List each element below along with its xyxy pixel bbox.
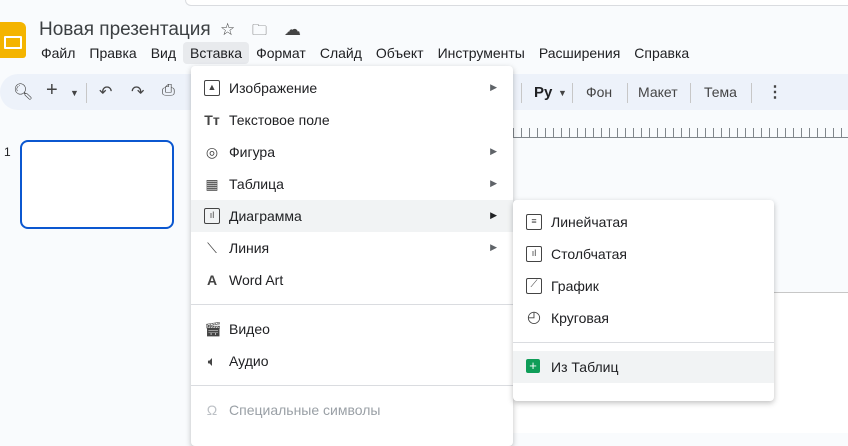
background-button[interactable]: Фон [586,84,612,100]
insert-menu: ▲ Изображение ▶ Tт Текстовое поле ◎ Фигура ▶ … [191,66,513,446]
label: Линия [229,240,270,256]
menu-extensions[interactable]: Расширения [532,42,627,64]
menu-item-video[interactable]: 🎬︎ Видео [191,313,513,345]
label: Аудио [229,353,269,369]
divider [690,83,691,103]
cloud-saved-icon[interactable]: ☁ [284,20,301,40]
menu-item-shape[interactable]: ◎ Фигура ▶ [191,136,513,168]
menu-item-column-chart[interactable]: ıl Столбчатая [513,238,774,270]
text-box-icon: Tт [204,112,220,128]
new-slide-icon[interactable]: + [46,79,58,102]
label: Специальные символы [229,402,381,418]
menu-item-table[interactable]: ▦ Таблица ▶ [191,168,513,200]
label: Из Таблиц [551,359,619,375]
menu-item-bar-chart[interactable]: ≡ Линейчатая [513,206,774,238]
menu-divider [191,304,513,305]
chart-submenu: ≡ Линейчатая ıl Столбчатая ⟋ График ◴ Кругов… [513,200,774,401]
divider [627,83,628,103]
label: Круговая [551,310,610,326]
more-icon[interactable]: ⋮ [767,82,783,102]
divider [572,83,573,103]
omega-icon: Ω [206,402,218,418]
submenu-arrow-icon: ▶ [490,82,497,92]
sheets-icon: + [526,359,540,373]
label: Линейчатая [551,214,628,230]
menu-slide[interactable]: Слайд [313,42,369,64]
audio-icon: 🔈︎ [207,353,217,369]
search-icon[interactable]: 🔍︎ [13,82,33,102]
word-art-icon: A [206,272,218,288]
label: Таблица [229,176,284,192]
shape-icon: ◎ [205,144,219,160]
line-icon: ⟍ [207,240,217,256]
menu-item-pie-chart[interactable]: ◴ Круговая [513,302,774,334]
menu-item-special-characters[interactable]: Ω Специальные символы [191,394,513,426]
menu-item-text-box[interactable]: Tт Текстовое поле [191,104,513,136]
slides-logo[interactable] [0,22,26,58]
menu-file[interactable]: Файл [34,42,82,64]
chevron-down-icon[interactable]: ▼ [70,88,79,98]
label: Word Art [229,272,284,288]
menu-item-chart[interactable]: ıl Диаграмма ▶ [191,200,513,232]
input-tools-button[interactable]: Pу [534,84,552,101]
video-icon: 🎬︎ [204,321,222,337]
horizontal-ruler[interactable] [513,128,848,138]
browser-bar-edge [185,0,848,6]
menu-insert[interactable]: Вставка [183,42,250,64]
menu-format[interactable]: Формат [249,42,313,64]
slide-number: 1 [4,145,11,159]
menu-divider [513,342,774,343]
label: Текстовое поле [229,112,330,128]
menu-item-word-art[interactable]: A Word Art [191,264,513,296]
chevron-down-icon[interactable]: ▼ [558,88,567,98]
label: Изображение [229,80,318,96]
menu-item-line-chart[interactable]: ⟋ График [513,270,774,302]
menu-item-from-sheets[interactable]: + Из Таблиц [513,351,774,383]
image-icon: ▲ [204,80,220,96]
divider [751,83,752,103]
bar-chart-icon: ≡ [526,214,542,230]
label: График [551,278,599,294]
chart-icon: ıl [204,208,220,224]
star-icon[interactable]: ☆ [220,20,235,40]
label: Столбчатая [551,246,627,262]
menu-item-audio[interactable]: 🔈︎ Аудио [191,345,513,377]
menu-object[interactable]: Объект [369,42,431,64]
undo-icon[interactable]: ↶ [99,82,112,102]
menu-view[interactable]: Вид [144,42,183,64]
print-icon[interactable]: ⎙ [162,82,175,100]
divider [86,83,87,103]
column-chart-icon: ıl [526,246,542,262]
submenu-arrow-icon: ▶ [490,178,497,188]
slide-thumbnail[interactable] [20,140,174,229]
label: Диаграмма [229,208,302,224]
pie-chart-icon: ◴ [527,309,541,326]
menu-item-line[interactable]: ⟍ Линия ▶ [191,232,513,264]
menu-item-image[interactable]: ▲ Изображение ▶ [191,72,513,104]
label: Фигура [229,144,275,160]
label: Видео [229,321,270,337]
menu-help[interactable]: Справка [627,42,696,64]
menu-tools[interactable]: Инструменты [431,42,532,64]
divider [521,83,522,103]
line-chart-icon: ⟋ [526,278,542,294]
menu-bar: Файл Правка Вид Вставка Формат Слайд Объ… [34,42,696,64]
redo-icon[interactable]: ↷ [131,82,144,102]
menu-edit[interactable]: Правка [82,42,143,64]
menu-divider [191,385,513,386]
submenu-arrow-icon: ▶ [490,242,497,252]
submenu-arrow-icon: ▶ [490,210,497,220]
presentation-title[interactable]: Новая презентация [39,19,211,41]
table-icon: ▦ [205,176,219,192]
theme-button[interactable]: Тема [704,84,737,100]
layout-button[interactable]: Макет [638,84,678,100]
submenu-arrow-icon: ▶ [490,146,497,156]
